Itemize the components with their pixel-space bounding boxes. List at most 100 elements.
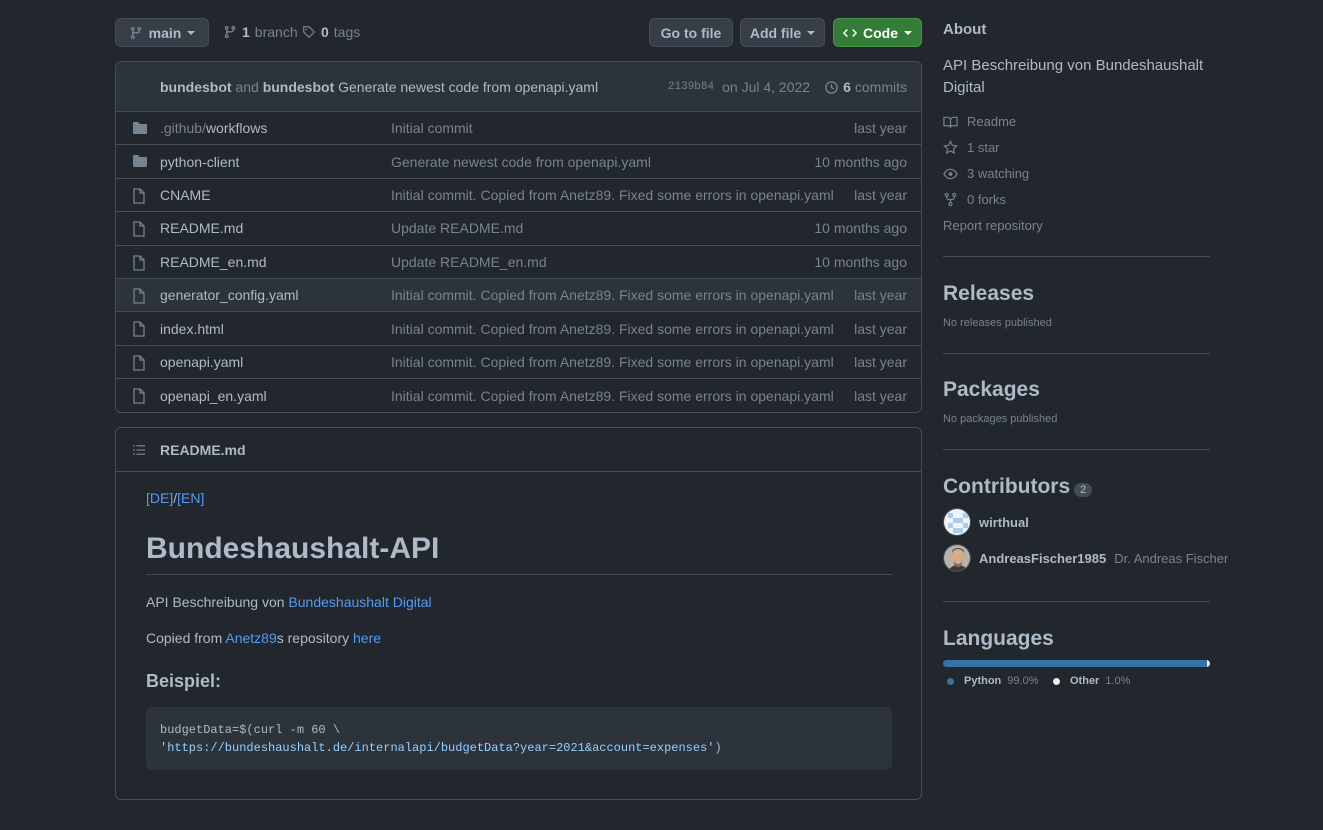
file-row[interactable]: generator_config.yaml Initial commit. Cop…	[116, 278, 921, 313]
file-row[interactable]: README_en.md Update README_en.md 10 months…	[116, 246, 921, 279]
file-commit-message-link[interactable]: Update README_en.md	[391, 254, 547, 270]
file-icon	[132, 188, 146, 207]
file-commit-message-link[interactable]: Initial commit. Copied from Anetz89. Fix…	[391, 354, 834, 370]
forks-link[interactable]: 0 forks	[943, 192, 1006, 207]
file-name-link[interactable]: README_en.md	[160, 254, 267, 270]
here-link[interactable]: here	[353, 630, 381, 646]
language-python[interactable]: Python 99.0%	[947, 675, 1038, 687]
anetz89-link[interactable]: Anetz89	[225, 630, 276, 646]
chevron-down-icon	[904, 30, 912, 35]
forks-label: 0 forks	[967, 192, 1007, 207]
file-row[interactable]: index.html Initial commit. Copied from An…	[116, 312, 921, 346]
file-commit-age: 10 months ago	[814, 253, 907, 270]
tag-count: 0	[321, 24, 329, 40]
commit-author-link[interactable]: bundesbot	[160, 79, 232, 95]
branch-name: main	[148, 24, 182, 41]
file-commit-message-link[interactable]: Initial commit. Copied from Anetz89. Fix…	[391, 388, 834, 404]
add-file-button[interactable]: Add file	[740, 18, 825, 47]
file-name-link[interactable]: python-client	[160, 154, 239, 170]
folder-icon	[132, 121, 148, 138]
file-commit-message-link[interactable]: Initial commit	[391, 120, 473, 136]
contributor-item[interactable]: wirthual	[943, 508, 1029, 536]
commit-coauthor-link[interactable]: bundesbot	[263, 79, 335, 95]
code-url-string: 'https://bundeshaushalt.de/internalapi/b…	[160, 741, 715, 755]
commit-sha-link[interactable]: 2139b84	[668, 81, 714, 93]
file-row[interactable]: README.md Update README.md 10 months ago	[116, 212, 921, 246]
commit-authors: bundesbot and bundesbot Generate newest …	[160, 79, 598, 95]
copied-mid-text: s repository	[276, 630, 353, 646]
tag-icon	[303, 26, 316, 39]
book-icon	[943, 116, 958, 128]
file-row[interactable]: CNAME Initial commit. Copied from Anetz89…	[116, 179, 921, 213]
person-avatar	[944, 545, 970, 571]
commit-message-link[interactable]: Generate newest code from openapi.yaml	[338, 79, 598, 95]
chevron-down-icon	[187, 30, 196, 35]
star-icon	[943, 140, 958, 155]
tags-link[interactable]: 0 tags	[302, 24, 360, 40]
file-icon	[132, 221, 146, 240]
file-name-link[interactable]: openapi_en.yaml	[160, 388, 267, 404]
contributors-heading[interactable]: Contributors 2	[943, 475, 1210, 499]
sidebar-divider	[943, 449, 1210, 450]
avatar[interactable]	[943, 508, 971, 536]
contributor-login[interactable]: wirthual	[979, 515, 1029, 530]
packages-heading[interactable]: Packages	[943, 378, 1210, 402]
lang-de-link[interactable]: [DE]	[146, 490, 173, 506]
file-name-link[interactable]: generator_config.yaml	[160, 287, 299, 303]
file-commit-message-link[interactable]: Initial commit. Copied from Anetz89. Fix…	[391, 321, 834, 337]
identicon-avatar	[944, 509, 970, 535]
lang-en-link[interactable]: [EN]	[177, 490, 204, 506]
file-name: README.md	[160, 220, 244, 237]
readme-link[interactable]: Readme	[943, 114, 1016, 129]
releases-heading[interactable]: Releases	[943, 282, 1210, 306]
list-icon[interactable]	[132, 444, 146, 456]
file-name: README_en.md	[160, 253, 267, 270]
go-to-file-button[interactable]: Go to file	[649, 18, 733, 47]
file-name-link[interactable]: README.md	[160, 220, 243, 236]
readme-link-label: Readme	[967, 114, 1017, 129]
watchers-link[interactable]: 3 watching	[943, 166, 1029, 181]
file-commit-message-link[interactable]: Initial commit. Copied from Anetz89. Fix…	[391, 287, 834, 303]
file-row[interactable]: python-client Generate newest code from o…	[116, 145, 921, 179]
other-color-dot	[1053, 677, 1060, 685]
go-to-file-label: Go to file	[660, 24, 722, 41]
contributor-item[interactable]: AndreasFischer1985 Dr. Andreas Fischer	[943, 544, 1228, 572]
branches-link[interactable]: 1 branch	[223, 24, 298, 40]
file-name-link[interactable]: index.html	[160, 321, 224, 337]
file-commit-age: last year	[854, 186, 907, 203]
code-line-2: 'https://bundeshaushalt.de/internalapi/b…	[160, 739, 878, 757]
report-repository-link[interactable]: Report repository	[943, 218, 1043, 233]
commits-history-link[interactable]: 6 commits	[824, 79, 907, 95]
description-text: API Beschreibung von	[146, 594, 289, 610]
file-icon	[132, 288, 146, 307]
contributor-login[interactable]: AndreasFischer1985	[979, 551, 1106, 566]
file-commit-age: last year	[854, 120, 907, 137]
readme-title: Bundeshaushalt-API	[146, 532, 892, 575]
copied-text: Copied from	[146, 630, 226, 646]
avatar[interactable]	[943, 544, 971, 572]
packages-empty-text: No packages published	[943, 413, 1058, 425]
branch-icon	[130, 26, 141, 39]
file-row[interactable]: openapi_en.yaml Initial commit. Copied fr…	[116, 379, 921, 412]
commit-meta: 2139b84 on Jul 4, 2022 6 commits	[668, 79, 907, 95]
releases-empty-text: No releases published	[943, 317, 1052, 329]
file-name-link[interactable]: .github/workflows	[160, 120, 267, 136]
file-row[interactable]: openapi.yaml Initial commit. Copied from …	[116, 346, 921, 380]
branch-select-button[interactable]: main	[115, 18, 209, 47]
contributors-count-badge: 2	[1074, 483, 1093, 497]
file-row[interactable]: .github/workflows Initial commit last year	[116, 112, 921, 146]
bundeshaushalt-link[interactable]: Bundeshaushalt Digital	[288, 594, 431, 610]
file-commit-message-link[interactable]: Update README.md	[391, 220, 523, 236]
commit-date: on Jul 4, 2022	[722, 79, 811, 95]
stars-link[interactable]: 1 star	[943, 140, 1000, 155]
file-name-link[interactable]: CNAME	[160, 187, 211, 203]
chevron-down-icon	[807, 30, 816, 35]
folder-icon	[132, 154, 148, 171]
language-other[interactable]: Other 1.0%	[1053, 675, 1130, 687]
file-name-link[interactable]: openapi.yaml	[160, 354, 243, 370]
file-commit-age: last year	[854, 320, 907, 337]
file-commit-message-link[interactable]: Initial commit. Copied from Anetz89. Fix…	[391, 187, 834, 203]
readme-filename[interactable]: README.md	[160, 442, 246, 458]
file-commit-message-link[interactable]: Generate newest code from openapi.yaml	[391, 154, 651, 170]
code-button[interactable]: Code	[833, 18, 922, 47]
